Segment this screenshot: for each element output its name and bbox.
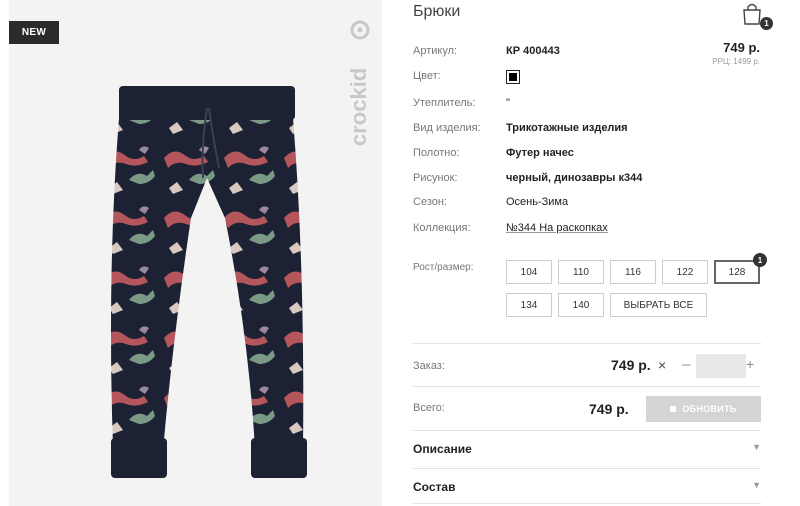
update-label: ОБНОВИТЬ	[682, 404, 737, 414]
spec-label: Утеплитель:	[413, 97, 476, 109]
update-icon	[670, 406, 677, 412]
total-price: 749 р.	[589, 401, 629, 417]
new-badge: NEW	[9, 21, 59, 44]
spec-label: Коллекция:	[413, 222, 471, 234]
spec-value: КР 400443	[506, 45, 560, 57]
size-option-134[interactable]: 134	[506, 293, 552, 317]
size-count-badge: 1	[753, 253, 767, 267]
spec-label: Артикул:	[413, 45, 458, 57]
chevron-down-icon: ▼	[752, 442, 761, 452]
size-option-116[interactable]: 116	[610, 260, 656, 284]
product-title: Брюки	[413, 3, 461, 20]
cart-button[interactable]: 1	[741, 2, 773, 30]
product-price: 749 р.	[723, 40, 760, 55]
divider	[413, 468, 761, 469]
spec-value: "	[506, 97, 510, 109]
spec-label: Полотно:	[413, 147, 460, 159]
quantity-input[interactable]	[696, 354, 746, 378]
order-price: 749 р.	[611, 357, 651, 373]
spec-value: Трикотажные изделия	[506, 122, 628, 134]
divider	[413, 430, 761, 431]
total-label: Всего:	[413, 402, 445, 414]
brand-text: crockid	[347, 68, 371, 146]
quantity-increase-button[interactable]: +	[746, 356, 754, 372]
spec-label: Вид изделия:	[413, 122, 481, 134]
product-photo[interactable]: NEW crockid	[9, 0, 382, 506]
spec-value: Осень-Зима	[506, 196, 569, 208]
divider	[413, 343, 761, 344]
spec-label: Цвет:	[413, 70, 441, 82]
spec-value: Футер начес	[506, 147, 574, 159]
update-button[interactable]: ОБНОВИТЬ	[646, 396, 761, 422]
pants-image	[111, 86, 307, 478]
divider	[413, 503, 761, 504]
spec-label: Рисунок:	[413, 172, 458, 184]
order-label: Заказ:	[413, 360, 445, 372]
product-rrp: РРЦ: 1499 р.	[712, 57, 760, 66]
size-option-104[interactable]: 104	[506, 260, 552, 284]
close-icon[interactable]: ×	[658, 357, 666, 373]
brand-logo: crockid	[347, 20, 371, 146]
spec-label: Сезон:	[413, 196, 447, 208]
size-option-110[interactable]: 110	[558, 260, 604, 284]
accordion-title: Состав	[413, 480, 456, 494]
size-option-122[interactable]: 122	[662, 260, 708, 284]
cart-count-badge: 1	[760, 17, 773, 30]
accordion-title: Описание	[413, 442, 472, 456]
spec-value: черный, динозавры к344	[506, 172, 643, 184]
chevron-down-icon: ▼	[752, 480, 761, 490]
color-swatch[interactable]	[506, 70, 520, 84]
accordion-description[interactable]: Описание ▼	[413, 442, 761, 462]
quantity-decrease-button[interactable]: –	[682, 356, 690, 373]
size-option-140[interactable]: 140	[558, 293, 604, 317]
divider	[413, 386, 761, 387]
accordion-composition[interactable]: Состав ▼	[413, 480, 761, 500]
select-all-sizes-button[interactable]: ВЫБРАТЬ ВСЕ	[610, 293, 707, 317]
collection-link[interactable]: №344 На раскопках	[506, 222, 608, 234]
size-label: Рост/размер:	[413, 262, 474, 273]
